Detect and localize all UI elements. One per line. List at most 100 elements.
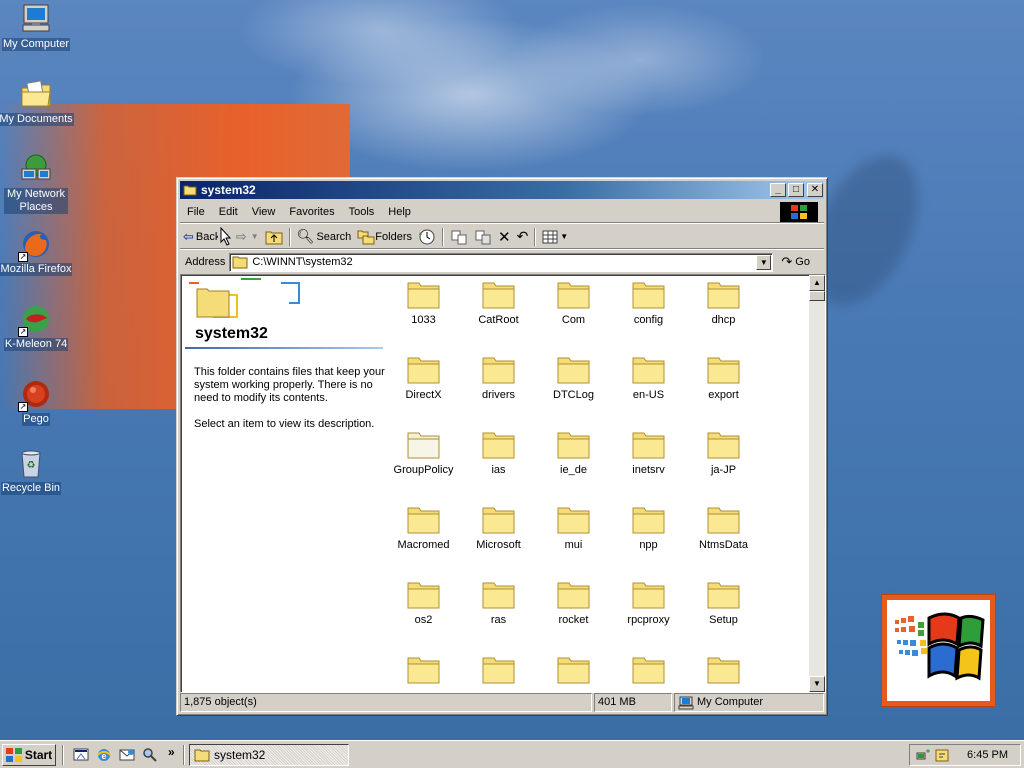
go-button[interactable]: ↷ Go xyxy=(781,254,810,270)
folder-icon xyxy=(707,657,739,684)
folder-item[interactable]: 1033 xyxy=(386,279,461,326)
folder-icon xyxy=(482,507,514,534)
status-object-count: 1,875 object(s) xyxy=(180,693,592,712)
taskbar: Start e » system32 6:45 PM xyxy=(0,740,1024,768)
title-bar[interactable]: system32 _ □ ✕ xyxy=(180,181,824,199)
folder-item[interactable]: npp xyxy=(611,504,686,551)
folder-item[interactable]: rpcproxy xyxy=(611,579,686,626)
folder-item[interactable]: NtmsData xyxy=(686,504,761,551)
menu-help[interactable]: Help xyxy=(381,206,418,218)
outlook-express-icon[interactable] xyxy=(119,747,135,763)
folder-item[interactable]: en-US xyxy=(611,354,686,401)
maximize-button[interactable]: □ xyxy=(788,183,804,197)
history-button[interactable] xyxy=(415,227,439,247)
folder-label: DTCLog xyxy=(553,389,594,401)
desktop-icon-pego[interactable]: ↗ Pego xyxy=(0,378,74,426)
copy-to-button[interactable] xyxy=(471,227,495,247)
scroll-thumb[interactable] xyxy=(809,291,825,301)
desktop-icon-k-meleon[interactable]: ↗ K-Meleon 74 xyxy=(0,303,74,351)
up-folder-button[interactable] xyxy=(262,227,286,247)
folder-item[interactable]: inetsrv xyxy=(611,429,686,476)
menu-edit[interactable]: Edit xyxy=(212,206,245,218)
folder-view[interactable]: system32 This folder contains files that… xyxy=(180,274,826,693)
folder-icon xyxy=(232,256,248,269)
pane-description: This folder contains files that keep you… xyxy=(194,366,385,404)
show-desktop-icon[interactable] xyxy=(73,747,89,763)
minimize-button[interactable]: _ xyxy=(770,183,786,197)
folder-label: Setup xyxy=(709,614,738,626)
move-to-button[interactable] xyxy=(447,227,471,247)
scroll-up-button[interactable]: ▲ xyxy=(809,275,825,291)
folder-item[interactable] xyxy=(686,654,761,689)
folder-item[interactable] xyxy=(536,654,611,689)
scheduler-tray-icon[interactable] xyxy=(934,747,950,763)
mouse-cursor-icon xyxy=(220,227,232,246)
folder-item[interactable]: os2 xyxy=(386,579,461,626)
folder-item[interactable]: Macromed xyxy=(386,504,461,551)
start-button[interactable]: Start xyxy=(2,744,56,766)
folder-item[interactable] xyxy=(461,654,536,689)
folder-item[interactable]: rocket xyxy=(536,579,611,626)
taskbar-button-system32[interactable]: system32 xyxy=(189,744,349,766)
folder-item[interactable]: DTCLog xyxy=(536,354,611,401)
go-label: Go xyxy=(795,256,810,268)
folder-item[interactable]: Microsoft xyxy=(461,504,536,551)
quick-launch-overflow-icon[interactable]: » xyxy=(168,745,175,759)
explorer-window[interactable]: system32 _ □ ✕ File Edit View Favorites … xyxy=(176,177,828,716)
internet-explorer-icon[interactable]: e xyxy=(96,747,112,763)
address-dropdown-button[interactable]: ▼ xyxy=(756,254,772,270)
address-input[interactable]: C:\WINNT\system32 ▼ xyxy=(229,252,774,272)
network-tray-icon[interactable] xyxy=(916,747,932,763)
menu-favorites[interactable]: Favorites xyxy=(282,206,341,218)
scroll-down-button[interactable]: ▼ xyxy=(809,676,825,692)
desktop-icon-my-computer[interactable]: My Computer xyxy=(0,3,74,51)
folder-item[interactable]: export xyxy=(686,354,761,401)
folder-item[interactable]: GroupPolicy xyxy=(386,429,461,476)
desktop-icon-my-documents[interactable]: My Documents xyxy=(0,78,74,126)
folder-item[interactable] xyxy=(386,654,461,689)
folder-item[interactable]: ie_de xyxy=(536,429,611,476)
folder-item[interactable]: Com xyxy=(536,279,611,326)
shortcut-arrow-icon: ↗ xyxy=(18,252,28,262)
folder-item[interactable]: ias xyxy=(461,429,536,476)
taskbar-separator xyxy=(62,745,64,765)
folder-item[interactable]: ja-JP xyxy=(686,429,761,476)
desktop-icon-my-network-places[interactable]: My Network Places xyxy=(0,153,74,214)
menu-file[interactable]: File xyxy=(180,206,212,218)
undo-button[interactable]: ↶ xyxy=(514,227,532,247)
address-value: C:\WINNT\system32 xyxy=(252,256,353,268)
folder-icon xyxy=(407,282,439,309)
folder-item[interactable]: CatRoot xyxy=(461,279,536,326)
windows-throbber-icon xyxy=(780,202,818,222)
folder-label: ias xyxy=(491,464,506,476)
folder-item[interactable]: drivers xyxy=(461,354,536,401)
desktop-icon-recycle-bin[interactable]: ♻ Recycle Bin xyxy=(0,447,69,495)
folder-item[interactable]: Setup xyxy=(686,579,761,626)
folder-item[interactable]: ras xyxy=(461,579,536,626)
search-icon[interactable] xyxy=(142,747,158,763)
search-button[interactable]: 🔍︎ Search xyxy=(294,227,355,247)
views-button[interactable]: ▼ xyxy=(539,227,571,247)
menu-tools[interactable]: Tools xyxy=(342,206,382,218)
pane-title: system32 xyxy=(195,325,268,342)
delete-button[interactable]: ✕ xyxy=(495,227,514,247)
desktop-icon-mozilla-firefox[interactable]: ↗ Mozilla Firefox xyxy=(0,228,74,276)
close-button[interactable]: ✕ xyxy=(807,183,823,197)
copy-to-icon xyxy=(475,230,491,244)
menu-bar: File Edit View Favorites Tools Help xyxy=(180,201,824,223)
forward-dropdown-icon[interactable]: ▼ xyxy=(251,232,259,241)
folder-item[interactable]: config xyxy=(611,279,686,326)
folder-item[interactable]: dhcp xyxy=(686,279,761,326)
vertical-scrollbar[interactable]: ▲ ▼ xyxy=(809,275,825,692)
folders-button[interactable]: Folders xyxy=(354,227,415,247)
folder-item[interactable] xyxy=(611,654,686,689)
recycle-bin-icon: ♻ xyxy=(15,447,47,479)
clock[interactable]: 6:45 PM xyxy=(967,749,1008,761)
folder-icon xyxy=(482,432,514,459)
folder-item[interactable]: DirectX xyxy=(386,354,461,401)
forward-button[interactable]: ⇨ ▼ xyxy=(233,227,262,247)
folder-icon xyxy=(482,657,514,684)
folder-label: Macromed xyxy=(397,539,450,551)
menu-view[interactable]: View xyxy=(245,206,283,218)
folder-item[interactable]: mui xyxy=(536,504,611,551)
